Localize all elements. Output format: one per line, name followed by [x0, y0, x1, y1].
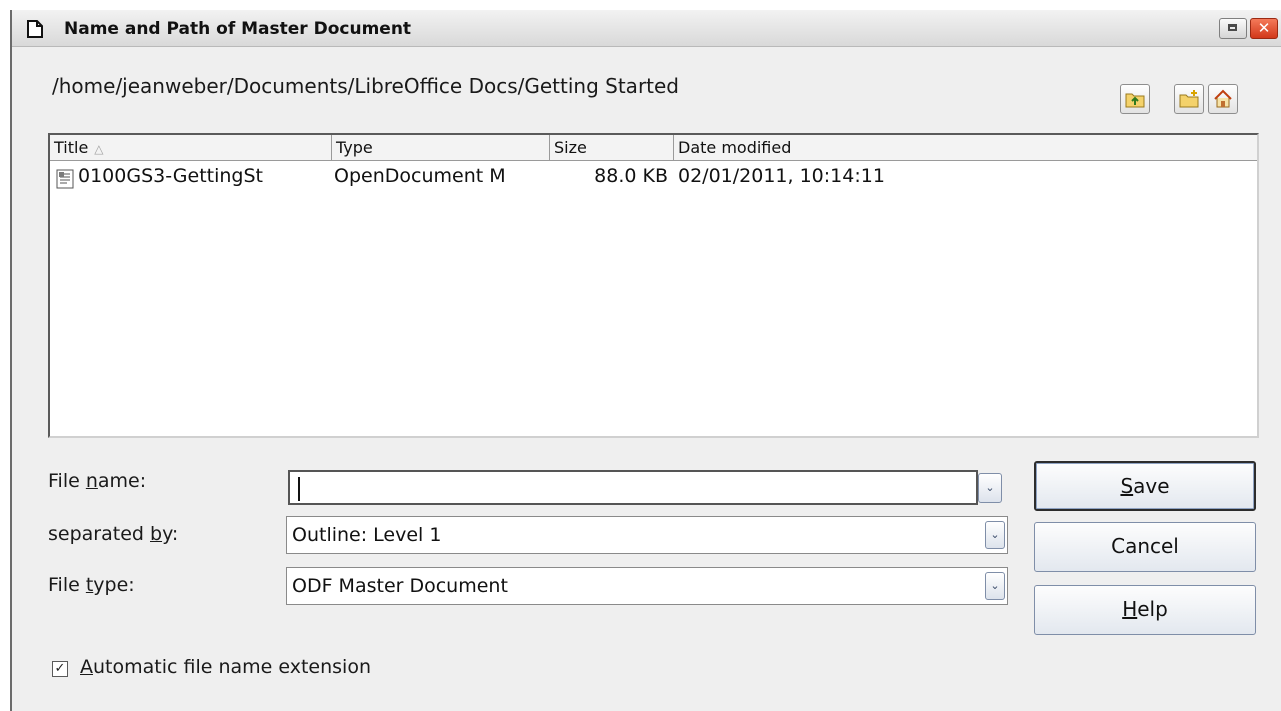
new-folder-icon [1179, 90, 1199, 108]
file-list[interactable]: Title △ Type Size Date modified 0100GS3-G… [48, 133, 1259, 438]
column-header-date[interactable]: Date modified [674, 135, 1257, 161]
chevron-down-icon: ⌄ [985, 481, 995, 494]
chevron-down-icon: ⌄ [990, 579, 1000, 592]
file-type-label: File type: [48, 574, 135, 596]
text-caret [298, 477, 300, 501]
title-bar: Name and Path of Master Document ✕ [12, 10, 1281, 47]
file-type-dropdown-button[interactable]: ⌄ [985, 572, 1005, 600]
master-document-icon [56, 169, 74, 189]
new-folder-button[interactable] [1174, 84, 1204, 114]
close-icon: ✕ [1257, 19, 1271, 37]
cell-type: OpenDocument M [334, 165, 506, 187]
cell-date: 02/01/2011, 10:14:11 [678, 165, 885, 187]
separated-by-dropdown-button[interactable]: ⌄ [985, 521, 1005, 549]
cell-title: 0100GS3-GettingSt [78, 165, 263, 187]
file-name-input[interactable] [288, 470, 978, 505]
file-name-label: File name: [48, 470, 147, 492]
home-icon [1214, 89, 1232, 108]
current-path: /home/jeanweber/Documents/LibreOffice Do… [52, 74, 680, 98]
sort-ascending-icon: △ [94, 142, 104, 156]
auto-extension-checkbox[interactable]: ✓ [52, 661, 68, 677]
checkmark-icon: ✓ [54, 661, 66, 676]
file-name-dropdown-button[interactable]: ⌄ [978, 473, 1002, 503]
column-header-size[interactable]: Size [550, 135, 674, 161]
cancel-button[interactable]: Cancel [1034, 522, 1256, 572]
save-button[interactable]: Save [1034, 461, 1256, 511]
help-button[interactable]: Help [1034, 585, 1256, 635]
file-type-select[interactable]: ODF Master Document ⌄ [286, 567, 1008, 605]
column-header-type[interactable]: Type [332, 135, 550, 161]
table-row[interactable]: 0100GS3-GettingSt OpenDocument M 88.0 KB… [50, 165, 1257, 193]
chevron-down-icon: ⌄ [990, 528, 1000, 541]
folder-up-button[interactable] [1120, 84, 1150, 114]
auto-extension-label[interactable]: Automatic file name extension [80, 656, 371, 678]
document-icon [27, 20, 43, 38]
minimize-button[interactable] [1219, 18, 1247, 39]
cell-size: 88.0 KB [594, 165, 668, 187]
home-button[interactable] [1208, 84, 1238, 114]
separated-by-select[interactable]: Outline: Level 1 ⌄ [286, 516, 1008, 554]
close-button[interactable]: ✕ [1250, 18, 1278, 39]
dialog-window: Name and Path of Master Document ✕ /home… [10, 10, 1281, 711]
column-header-title[interactable]: Title △ [50, 135, 332, 161]
separated-by-label: separated by: [48, 523, 179, 545]
folder-up-icon [1125, 93, 1145, 108]
dialog-title: Name and Path of Master Document [64, 19, 412, 39]
